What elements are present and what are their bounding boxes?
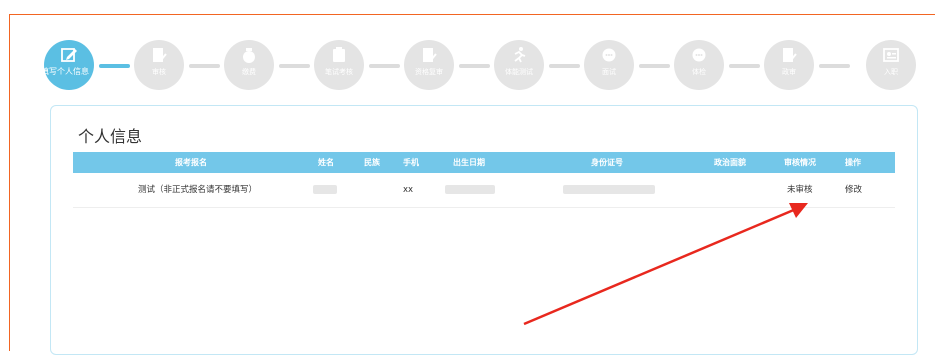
- annotation-arrow: [523, 203, 808, 326]
